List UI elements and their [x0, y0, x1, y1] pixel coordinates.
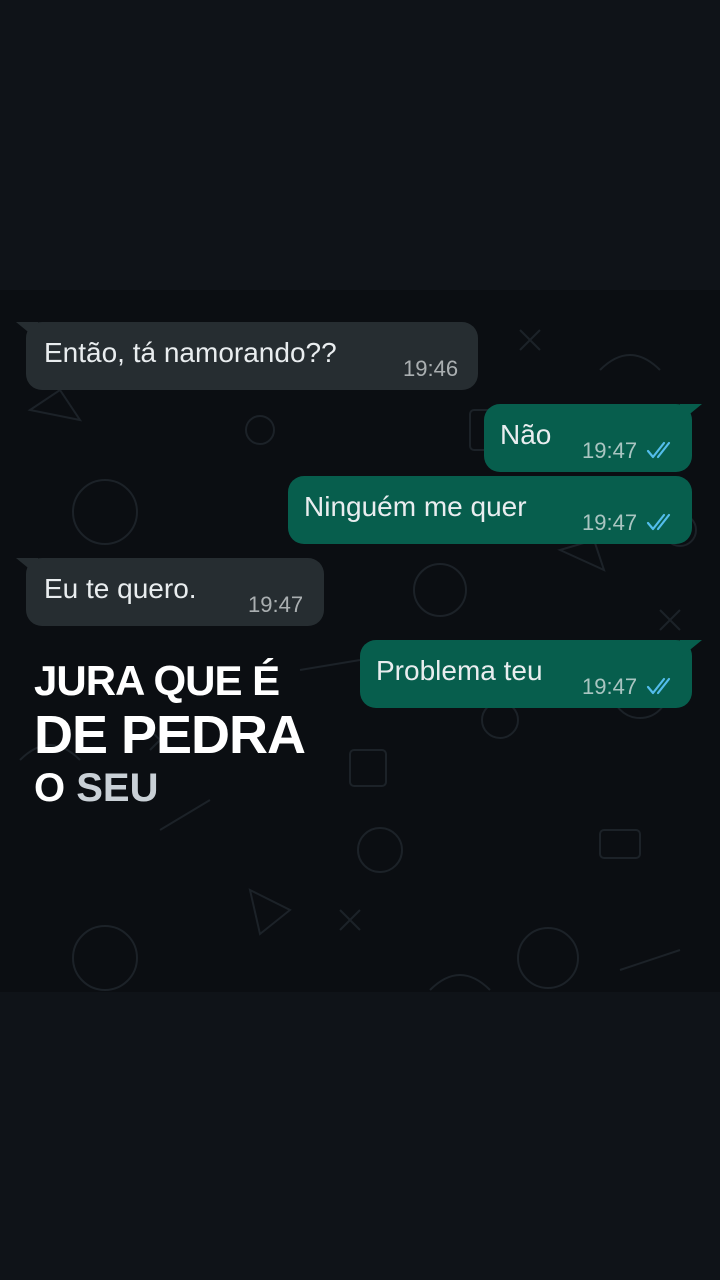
message-time: 19:47	[582, 674, 638, 699]
message-text: Ninguém me quer	[304, 491, 527, 522]
chat-screenshot: Então, tá namorando?? 19:46 Não 19:47 Ni…	[0, 290, 720, 992]
caption-line-1: JURA QUE É	[34, 657, 280, 704]
bubble-tail	[16, 322, 38, 340]
bubble-tail	[680, 640, 702, 658]
message-time: 19:47	[248, 592, 304, 617]
message-text: Eu te quero.	[44, 573, 197, 604]
caption-line-3-highlight: SEU	[76, 766, 159, 810]
message-bubble-outgoing[interactable]: Ninguém me quer 19:47	[288, 476, 692, 544]
message-bubble-outgoing[interactable]: Problema teu 19:47	[360, 640, 702, 708]
message-bubble-incoming[interactable]: Então, tá namorando?? 19:46	[16, 322, 478, 390]
message-bubble-incoming[interactable]: Eu te quero. 19:47	[16, 558, 324, 626]
read-double-check-icon	[646, 677, 671, 695]
message-text: Problema teu	[376, 655, 543, 686]
caption-line-3-prefix: O	[34, 766, 66, 810]
message-time: 19:47	[582, 510, 638, 535]
message-time: 19:47	[582, 438, 638, 463]
overlay-caption: JURA QUE É DE PEDRA O SEU	[34, 657, 306, 810]
message-text: Então, tá namorando??	[44, 337, 337, 368]
message-bubble-outgoing[interactable]: Não 19:47	[484, 404, 702, 472]
read-double-check-icon	[646, 441, 671, 459]
caption-line-2: DE PEDRA	[34, 705, 306, 765]
read-double-check-icon	[646, 513, 671, 531]
message-text: Não	[500, 419, 552, 450]
bubble-tail	[680, 404, 702, 422]
message-time: 19:46	[403, 356, 459, 381]
bubble-tail	[16, 558, 38, 576]
caption-line-3: O SEU	[34, 768, 305, 810]
